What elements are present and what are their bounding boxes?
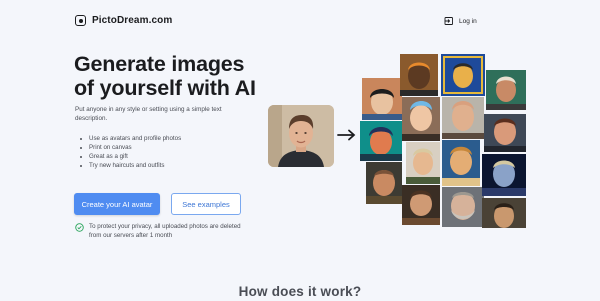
feature-item: Use as avatars and profile photos xyxy=(75,134,181,143)
login-icon xyxy=(444,17,453,25)
hero-title: Generate images of yourself with AI xyxy=(74,52,334,100)
avatar-tile xyxy=(441,54,485,96)
see-examples-button[interactable]: See examples xyxy=(171,193,241,215)
feature-item: Great as a gift xyxy=(75,152,181,161)
hero-title-line-2: of yourself with AI xyxy=(74,76,256,100)
create-avatar-button[interactable]: Create your AI avatar xyxy=(74,193,160,215)
avatar-tile xyxy=(482,198,526,228)
login-label: Log in xyxy=(459,17,477,25)
feature-item: Try new haircuts and outfits xyxy=(75,161,181,170)
feature-item: Print on canvas xyxy=(75,143,181,152)
brand-logo[interactable]: PictoDream.com xyxy=(75,15,172,26)
avatar-tile xyxy=(442,140,480,186)
check-circle-icon xyxy=(75,223,84,232)
feature-list: Use as avatars and profile photos Print … xyxy=(75,134,181,170)
how-it-works-heading: How does it work? xyxy=(238,284,362,299)
input-portrait-photo xyxy=(268,105,334,167)
privacy-note: To protect your privacy, all uploaded ph… xyxy=(75,223,254,240)
privacy-text: To protect your privacy, all uploaded ph… xyxy=(89,223,241,239)
avatar-tile xyxy=(442,187,484,227)
hero-title-line-1: Generate images xyxy=(74,52,245,76)
avatar-tile xyxy=(362,78,402,120)
avatar-tile xyxy=(402,97,440,141)
avatar-tile xyxy=(486,70,526,110)
avatar-tile xyxy=(366,162,402,204)
arrow-right-icon xyxy=(337,129,356,141)
avatar-tile xyxy=(482,154,526,196)
generated-avatars-collage xyxy=(358,50,530,228)
avatar-tile xyxy=(400,54,438,96)
avatar-tile xyxy=(402,185,440,225)
hero-description: Put anyone in any style or setting using… xyxy=(75,106,222,122)
avatar-tile xyxy=(406,142,440,184)
avatar-tile xyxy=(484,114,526,152)
brand-name: PictoDream.com xyxy=(92,15,173,26)
login-link[interactable]: Log in xyxy=(444,16,477,26)
avatar-tile xyxy=(360,121,402,161)
logo-icon xyxy=(75,15,86,26)
avatar-tile xyxy=(442,97,484,139)
